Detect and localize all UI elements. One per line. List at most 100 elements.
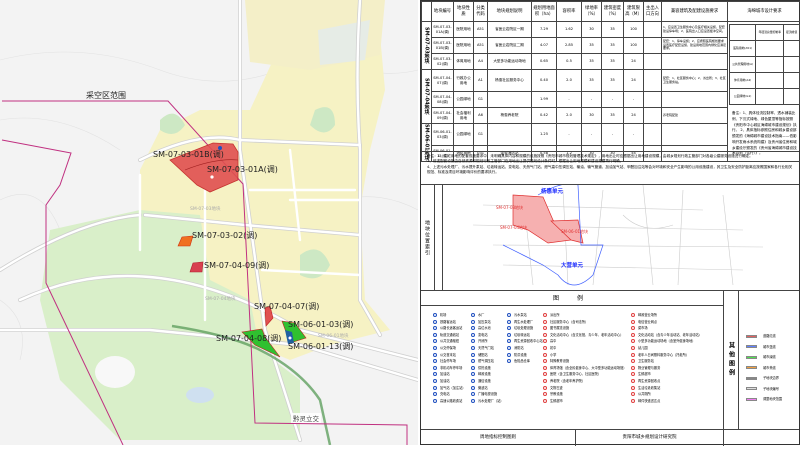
- facility-symbol-icon: [543, 399, 547, 403]
- legend-label: 物业管理与服务: [638, 366, 660, 370]
- legend-label: 再生水处理厂: [514, 320, 533, 324]
- notes: 备注：1、住宅用地的配套设施要求中，未明确具体内容和规模的设施按照《贵阳市城市规…: [421, 151, 799, 185]
- table-cell: 社会福利用地: [454, 108, 474, 124]
- legend-item: 高位水池: [471, 325, 504, 332]
- legend-item: 变电站: [471, 332, 504, 339]
- legend-label: 电信营业网点: [638, 320, 657, 324]
- group-label: SM-07-04地块: [424, 78, 430, 115]
- table-cell: -: [582, 124, 602, 146]
- legend-label: 高中: [550, 339, 556, 343]
- legend-item: 文化活动中心（含文化馆、青少年、老年活动中心）: [543, 332, 627, 339]
- location-plot-label: SM-07-04地块: [500, 224, 527, 230]
- table-cell: [644, 54, 662, 70]
- line-symbol-icon: [746, 366, 757, 369]
- boundary-label: 采空区范围: [86, 90, 126, 100]
- facility-symbol-icon: [543, 379, 547, 383]
- legend-item: 卫生服务站: [631, 358, 702, 365]
- legend-item: 水厂: [471, 312, 504, 319]
- legend-label: 储配站: [478, 353, 488, 357]
- facility-symbol-icon: [543, 386, 547, 390]
- facility-symbol-icon: [543, 353, 547, 357]
- legend-item: 广播电视设施: [471, 391, 504, 398]
- table-cell: 35: [602, 70, 624, 92]
- legend-label: 变电站: [478, 333, 488, 337]
- legend-item: 菜市场: [631, 325, 702, 332]
- legend-item: 邮政设施: [471, 371, 504, 378]
- column-header: 建筑限高（M）: [624, 2, 644, 22]
- facility-symbol-icon: [433, 359, 437, 363]
- legend-item: 加油站: [433, 378, 466, 385]
- sponge-header: 年径流总量控制率: [756, 25, 784, 41]
- legend-item: 危险品仓库: [507, 358, 543, 365]
- facility-symbol-icon: [433, 339, 437, 343]
- facility-symbol-icon: [543, 313, 547, 317]
- footer: 周地指标控制图则 贵阳市城乡规划设计研究院: [421, 429, 799, 445]
- facility-symbol-icon: [543, 320, 547, 324]
- table-cell: 100: [624, 38, 644, 54]
- legend-label: 特殊教育设施: [550, 359, 569, 363]
- sponge-header: 径流峰值: [784, 25, 800, 41]
- facility-symbol-icon: [631, 339, 635, 343]
- legend-item: 邮件快递送达点: [631, 398, 702, 405]
- facility-symbol-icon: [507, 320, 511, 324]
- facility-symbol-icon: [507, 359, 511, 363]
- legend-label: 充电站: [440, 392, 450, 396]
- legend-item: 储配站: [471, 352, 504, 359]
- table-cell: [644, 108, 662, 124]
- facility-symbol-icon: [631, 392, 635, 396]
- legend-item: 公交停保场: [433, 345, 466, 352]
- legend-label: 燃气调压站: [478, 359, 494, 363]
- facility-symbol-icon: [543, 339, 547, 343]
- facility-symbol-icon: [631, 313, 635, 317]
- legend-label: 生活垃圾收集站: [638, 386, 660, 390]
- table-cell: [644, 38, 662, 54]
- column-header: 分类代码: [474, 2, 488, 22]
- legend-label: 高位水池: [478, 326, 491, 330]
- facility-symbol-icon: [631, 326, 635, 330]
- legend-item: 公共厕所: [631, 391, 702, 398]
- legend-item: 公交首末站: [433, 352, 466, 359]
- facility-symbol-icon: [507, 339, 511, 343]
- legend-item: 图书展览设施: [543, 325, 627, 332]
- legend-item: 公共交通枢纽: [433, 338, 466, 345]
- facility-symbol-icon: [507, 346, 511, 350]
- legend-item: 消防站: [507, 345, 543, 352]
- table-cell: [488, 124, 532, 146]
- table-cell: G1: [474, 92, 488, 108]
- legend-item: 公路长途客运站: [433, 325, 466, 332]
- legend-label: 垃圾处理设施: [514, 326, 533, 330]
- table-cell: -: [582, 92, 602, 108]
- column-header: 主出入口方向: [644, 2, 662, 22]
- table-cell: A4: [474, 54, 488, 70]
- legend: 图 例 机场铁路客运站公路长途客运站轨道交通线站公共交通枢纽公交停保场公交首末站…: [421, 291, 724, 429]
- column-header: 地块规划说明: [488, 2, 532, 22]
- legend-label: 微波站: [478, 386, 488, 390]
- other-legend-item: 子地块边界: [746, 375, 779, 380]
- legend-item: 机场: [433, 312, 466, 319]
- legend-label: 城市黄线: [763, 366, 776, 370]
- facility-symbol-icon: [543, 366, 547, 370]
- table-cell: -: [624, 124, 644, 146]
- table-cell: 2.0: [557, 108, 582, 124]
- legend-item: 邮政营业场所: [631, 312, 702, 319]
- facility-symbol-icon: [631, 333, 635, 337]
- legend-item: 微波站: [471, 385, 504, 392]
- legend-label: 道路红线: [763, 334, 776, 338]
- other-legend-item: 城市黄线: [746, 365, 776, 370]
- unit-label: 大营单元: [561, 261, 584, 269]
- legend-item: 燃气调压站: [471, 358, 504, 365]
- line-symbol-icon: [746, 335, 757, 338]
- facility-symbol-icon: [471, 339, 475, 343]
- legend-label: 宗教设施: [550, 392, 563, 396]
- legend-label: 非机动车停车场: [440, 366, 462, 370]
- legend-item: 充电站: [433, 391, 466, 398]
- facility-symbol-icon: [631, 399, 635, 403]
- planning-map[interactable]: 采空区范围 SM-07-03地块 SM-07-04地块 SM-06-01地块 黔…: [0, 0, 418, 445]
- table-cell: 1.25: [532, 124, 557, 146]
- table-cell: 0.5: [557, 54, 582, 70]
- table-cell: 2.85: [557, 38, 582, 54]
- plot-label: SM-06-01-13(调): [288, 342, 353, 351]
- legend-label: 卫生服务站: [638, 359, 654, 363]
- legend-label: 供热设施: [478, 366, 491, 370]
- plot-label: SM-07-03-01A(调): [207, 165, 278, 174]
